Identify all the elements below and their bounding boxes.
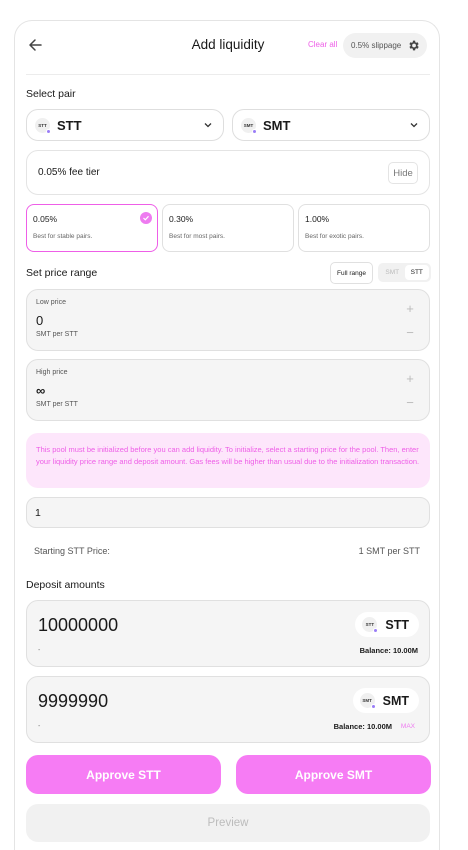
tier-description: Best for exotic pairs.	[305, 233, 364, 240]
price-denomination-toggle: SMT STT	[378, 263, 431, 282]
fee-tier-text: 0.05% fee tier	[38, 167, 100, 178]
slippage-settings-button[interactable]: 0.5% slippage	[343, 33, 427, 58]
deposit-a-token: STT STT	[355, 612, 419, 637]
header-divider	[26, 74, 430, 75]
tier-percent: 1.00%	[305, 214, 330, 224]
chevron-down-icon	[204, 123, 212, 128]
smt-token-icon: SMT	[241, 117, 257, 134]
deposit-a-box: - STT STT Balance: 10.00M	[26, 600, 430, 667]
clear-all-link[interactable]: Clear all	[308, 40, 337, 49]
deposit-a-symbol: STT	[385, 617, 409, 632]
set-price-range-label: Set price range	[26, 267, 98, 279]
deposit-a-usd: -	[38, 647, 41, 654]
deposit-b-symbol: SMT	[382, 693, 409, 708]
preview-button[interactable]: Preview	[26, 804, 430, 842]
smt-token-icon: SMT	[359, 693, 376, 709]
high-price-unit: SMT per STT	[36, 401, 78, 408]
toggle-smt[interactable]: SMT	[380, 265, 405, 280]
starting-price-input[interactable]	[26, 497, 430, 528]
low-price-unit: SMT per STT	[36, 331, 78, 338]
token-b-symbol: SMT	[263, 117, 291, 133]
deposit-b-input[interactable]	[38, 691, 258, 712]
token-b-select[interactable]: SMT SMT	[232, 109, 430, 141]
tier-description: Best for stable pairs.	[33, 233, 93, 240]
approve-stt-button[interactable]: Approve STT	[26, 755, 221, 794]
deposit-b-box: - SMT SMT Balance: 10.00M MAX	[26, 676, 430, 743]
high-price-input[interactable]	[36, 383, 336, 398]
toggle-stt[interactable]: STT	[404, 265, 429, 280]
deposit-b-token: SMT SMT	[352, 688, 419, 713]
full-range-button[interactable]: Full range	[330, 262, 373, 284]
chevron-down-icon	[410, 123, 418, 128]
fee-tier-summary: 0.05% fee tier Hide	[26, 150, 430, 195]
deposit-a-input[interactable]	[38, 615, 258, 636]
low-price-box: Low price SMT per STT + −	[26, 289, 430, 351]
deposit-b-balance: Balance: 10.00M	[333, 722, 392, 731]
gear-icon	[409, 40, 419, 51]
token-a-symbol: STT	[57, 117, 82, 133]
back-arrow-icon[interactable]	[23, 33, 47, 57]
stt-token-icon: STT	[35, 117, 51, 134]
deposit-a-balance: Balance: 10.00M	[359, 646, 418, 655]
decrement-icon[interactable]: −	[404, 326, 416, 339]
max-button[interactable]: MAX	[401, 723, 415, 730]
select-pair-label: Select pair	[26, 88, 76, 100]
starting-price-label: Starting STT Price:	[34, 546, 110, 556]
add-liquidity-card: Add liquidity Clear all 0.5% slippage Se…	[14, 20, 440, 850]
increment-icon[interactable]: +	[404, 372, 416, 385]
high-price-label: High price	[36, 369, 68, 376]
high-price-box: High price SMT per STT + −	[26, 359, 430, 421]
deposit-b-usd: -	[38, 723, 41, 730]
low-price-input[interactable]	[36, 313, 336, 328]
approve-smt-button[interactable]: Approve SMT	[236, 755, 431, 794]
header: Add liquidity Clear all 0.5% slippage	[15, 21, 441, 71]
increment-icon[interactable]: +	[404, 302, 416, 315]
starting-price-value: 1 SMT per STT	[358, 546, 420, 556]
deposit-amounts-label: Deposit amounts	[26, 579, 105, 591]
initialize-pool-warning: This pool must be initialized before you…	[26, 433, 430, 488]
check-icon	[140, 212, 152, 224]
low-price-label: Low price	[36, 299, 66, 306]
tier-percent: 0.05%	[33, 214, 58, 224]
token-a-select[interactable]: STT STT	[26, 109, 224, 141]
fee-tier-option-100[interactable]: 1.00% Best for exotic pairs.	[298, 204, 430, 252]
fee-tier-option-030[interactable]: 0.30% Best for most pairs.	[162, 204, 294, 252]
decrement-icon[interactable]: −	[404, 396, 416, 409]
fee-tier-option-005[interactable]: 0.05% Best for stable pairs.	[26, 204, 158, 252]
stt-token-icon: STT	[362, 617, 379, 633]
tier-percent: 0.30%	[169, 214, 194, 224]
tier-description: Best for most pairs.	[169, 233, 225, 240]
hide-button[interactable]: Hide	[388, 162, 418, 184]
slippage-label: 0.5% slippage	[351, 41, 402, 50]
